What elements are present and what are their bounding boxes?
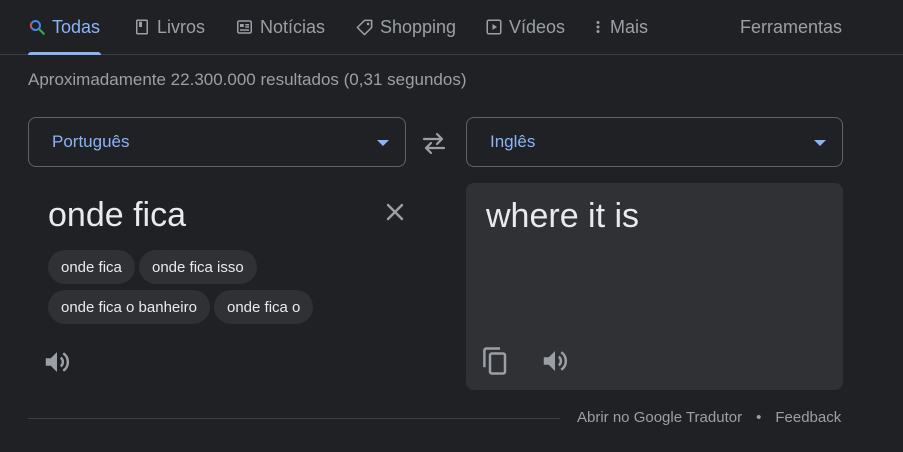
source-speaker-icon[interactable]	[42, 347, 72, 377]
tab-label: Shopping	[380, 16, 457, 37]
footer: Abrir no Google Tradutor • Feedback	[577, 409, 841, 426]
play-icon	[486, 19, 502, 35]
suggestion-chip[interactable]: onde fica isso	[139, 250, 257, 284]
suggestion-chip[interactable]: onde fica	[48, 250, 135, 284]
tab-label: Livros	[157, 16, 206, 37]
source-text-input[interactable]: onde fica	[48, 196, 186, 235]
tools-button[interactable]: Ferramentas	[740, 0, 842, 54]
footer-divider	[28, 418, 560, 419]
tab-label: Vídeos	[509, 16, 566, 37]
search-icon	[29, 20, 45, 35]
chevron-down-icon	[814, 140, 826, 146]
news-icon	[237, 20, 252, 34]
more-vert-icon	[596, 21, 600, 33]
source-language-label: Português	[52, 132, 130, 151]
suggestion-chip[interactable]: onde fica o banheiro	[48, 290, 210, 324]
search-tabs: Todas Livros Notícias Shopping Vídeos Ma…	[0, 0, 903, 55]
target-language-label: Inglês	[490, 132, 536, 151]
tab-shopping[interactable]: Shopping	[355, 0, 456, 54]
source-language-select[interactable]: Português	[28, 117, 406, 167]
feedback-link[interactable]: Feedback	[775, 409, 841, 426]
swap-languages-icon[interactable]	[420, 130, 448, 156]
tab-noticias[interactable]: Notícias	[235, 0, 325, 54]
target-speaker-icon[interactable]	[540, 346, 570, 376]
tab-todas[interactable]: Todas	[28, 0, 101, 55]
tab-label: Todas	[52, 16, 101, 37]
tab-videos[interactable]: Vídeos	[485, 0, 565, 54]
book-icon	[136, 19, 148, 35]
close-icon[interactable]	[383, 200, 407, 224]
suggestion-chip[interactable]: onde fica o	[214, 290, 314, 324]
open-translate-link[interactable]: Abrir no Google Tradutor	[577, 409, 742, 426]
chevron-down-icon	[377, 140, 389, 146]
footer-separator: •	[756, 409, 762, 426]
translated-text: where it is	[486, 197, 640, 235]
result-stats: Aproximadamente 22.300.000 resultados (0…	[28, 70, 467, 89]
target-panel: where it is	[466, 183, 843, 390]
tab-label: Notícias	[260, 16, 326, 37]
copy-icon[interactable]	[480, 346, 510, 376]
tab-mais[interactable]: Mais	[592, 0, 648, 54]
tag-icon	[356, 19, 373, 35]
tab-livros[interactable]: Livros	[133, 0, 205, 54]
target-language-select[interactable]: Inglês	[466, 117, 843, 167]
tab-label: Mais	[610, 16, 649, 37]
